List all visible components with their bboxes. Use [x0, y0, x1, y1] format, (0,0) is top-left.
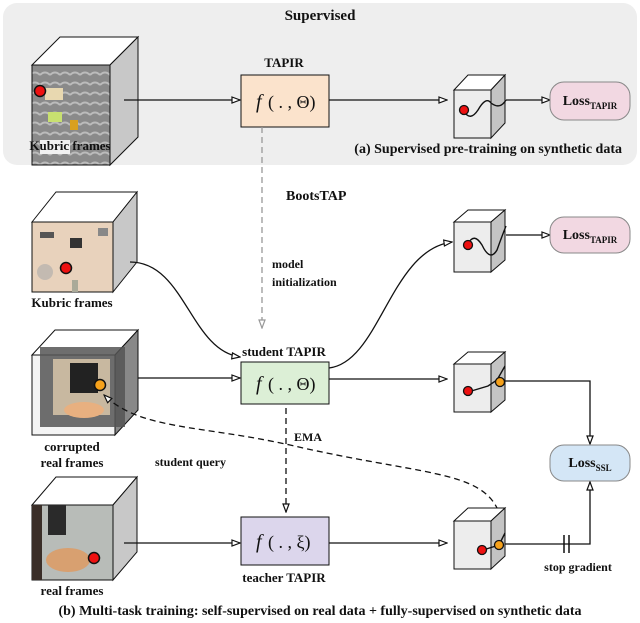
kubric-frames-label-top: Kubric frames [29, 138, 110, 153]
caption-b: (b) Multi-task training: self-supervised… [58, 604, 581, 619]
kubric-frames-label-bottom: Kubric frames [31, 295, 112, 310]
bootstap-title: BootsTAP [286, 189, 347, 204]
student-query-point-icon [93, 378, 107, 392]
tapir-label: TAPIR [264, 55, 304, 70]
query-point-icon [87, 551, 101, 565]
real-frames-cube [30, 475, 139, 582]
student-prediction-point-icon [494, 376, 506, 388]
supervised-title: Supervised [285, 8, 357, 24]
bootstap-diagram: Supervised Kubric frames TAPIR f ( . , Θ… [3, 3, 637, 619]
track-output-cube-top [452, 73, 507, 140]
svg-text:( . , Θ): ( . , Θ) [268, 92, 316, 113]
corrupted-label-2: real frames [41, 455, 104, 470]
student-tapir-label: student TAPIR [242, 344, 326, 359]
corrupted-label-1: corrupted [44, 439, 100, 454]
query-point-icon [33, 84, 47, 98]
arrow-kubric-to-student [129, 261, 240, 357]
arrow-student-to-loss-ssl [505, 380, 590, 444]
loss-tapir-box-bottom: LossTAPIR [549, 216, 631, 254]
svg-text:( . , Θ): ( . , Θ) [268, 374, 316, 395]
loss-ssl-box: LossSSL [549, 444, 631, 482]
arrow-teacher-to-loss-ssl [505, 482, 590, 545]
model-init-label-2: initialization [272, 275, 337, 289]
ema-label: EMA [294, 430, 322, 444]
query-point-icon [462, 385, 474, 397]
query-point-icon [59, 261, 73, 275]
track-output-cube-teacher [452, 506, 507, 571]
svg-text:( . , ξ): ( . , ξ) [268, 532, 311, 553]
tapir-model-box: f ( . , Θ) [240, 74, 330, 128]
caption-a: (a) Supervised pre-training on synthetic… [354, 142, 622, 157]
real-frames-label: real frames [41, 583, 104, 598]
teacher-tapir-box: f ( . , ξ) [240, 516, 330, 566]
student-tapir-box: f ( . , Θ) [240, 361, 330, 405]
stop-gradient-label: stop gradient [544, 560, 612, 574]
kubric-frames-cube-bottom [30, 190, 139, 294]
teacher-tapir-label: teacher TAPIR [242, 570, 326, 585]
query-point-icon [476, 544, 488, 556]
track-output-cube-supervised [452, 208, 507, 274]
model-init-label-1: model [272, 257, 304, 271]
corrupted-real-frames-cube [30, 328, 140, 437]
teacher-prediction-point-icon [493, 539, 505, 551]
arrow-student-to-supervised-output [328, 242, 452, 369]
query-point-icon [462, 239, 474, 251]
student-query-label: student query [155, 455, 226, 469]
loss-tapir-box-top: LossTAPIR [549, 81, 631, 121]
track-output-cube-student [452, 350, 507, 414]
student-query-arrow [104, 395, 499, 511]
query-point-icon [458, 104, 470, 116]
